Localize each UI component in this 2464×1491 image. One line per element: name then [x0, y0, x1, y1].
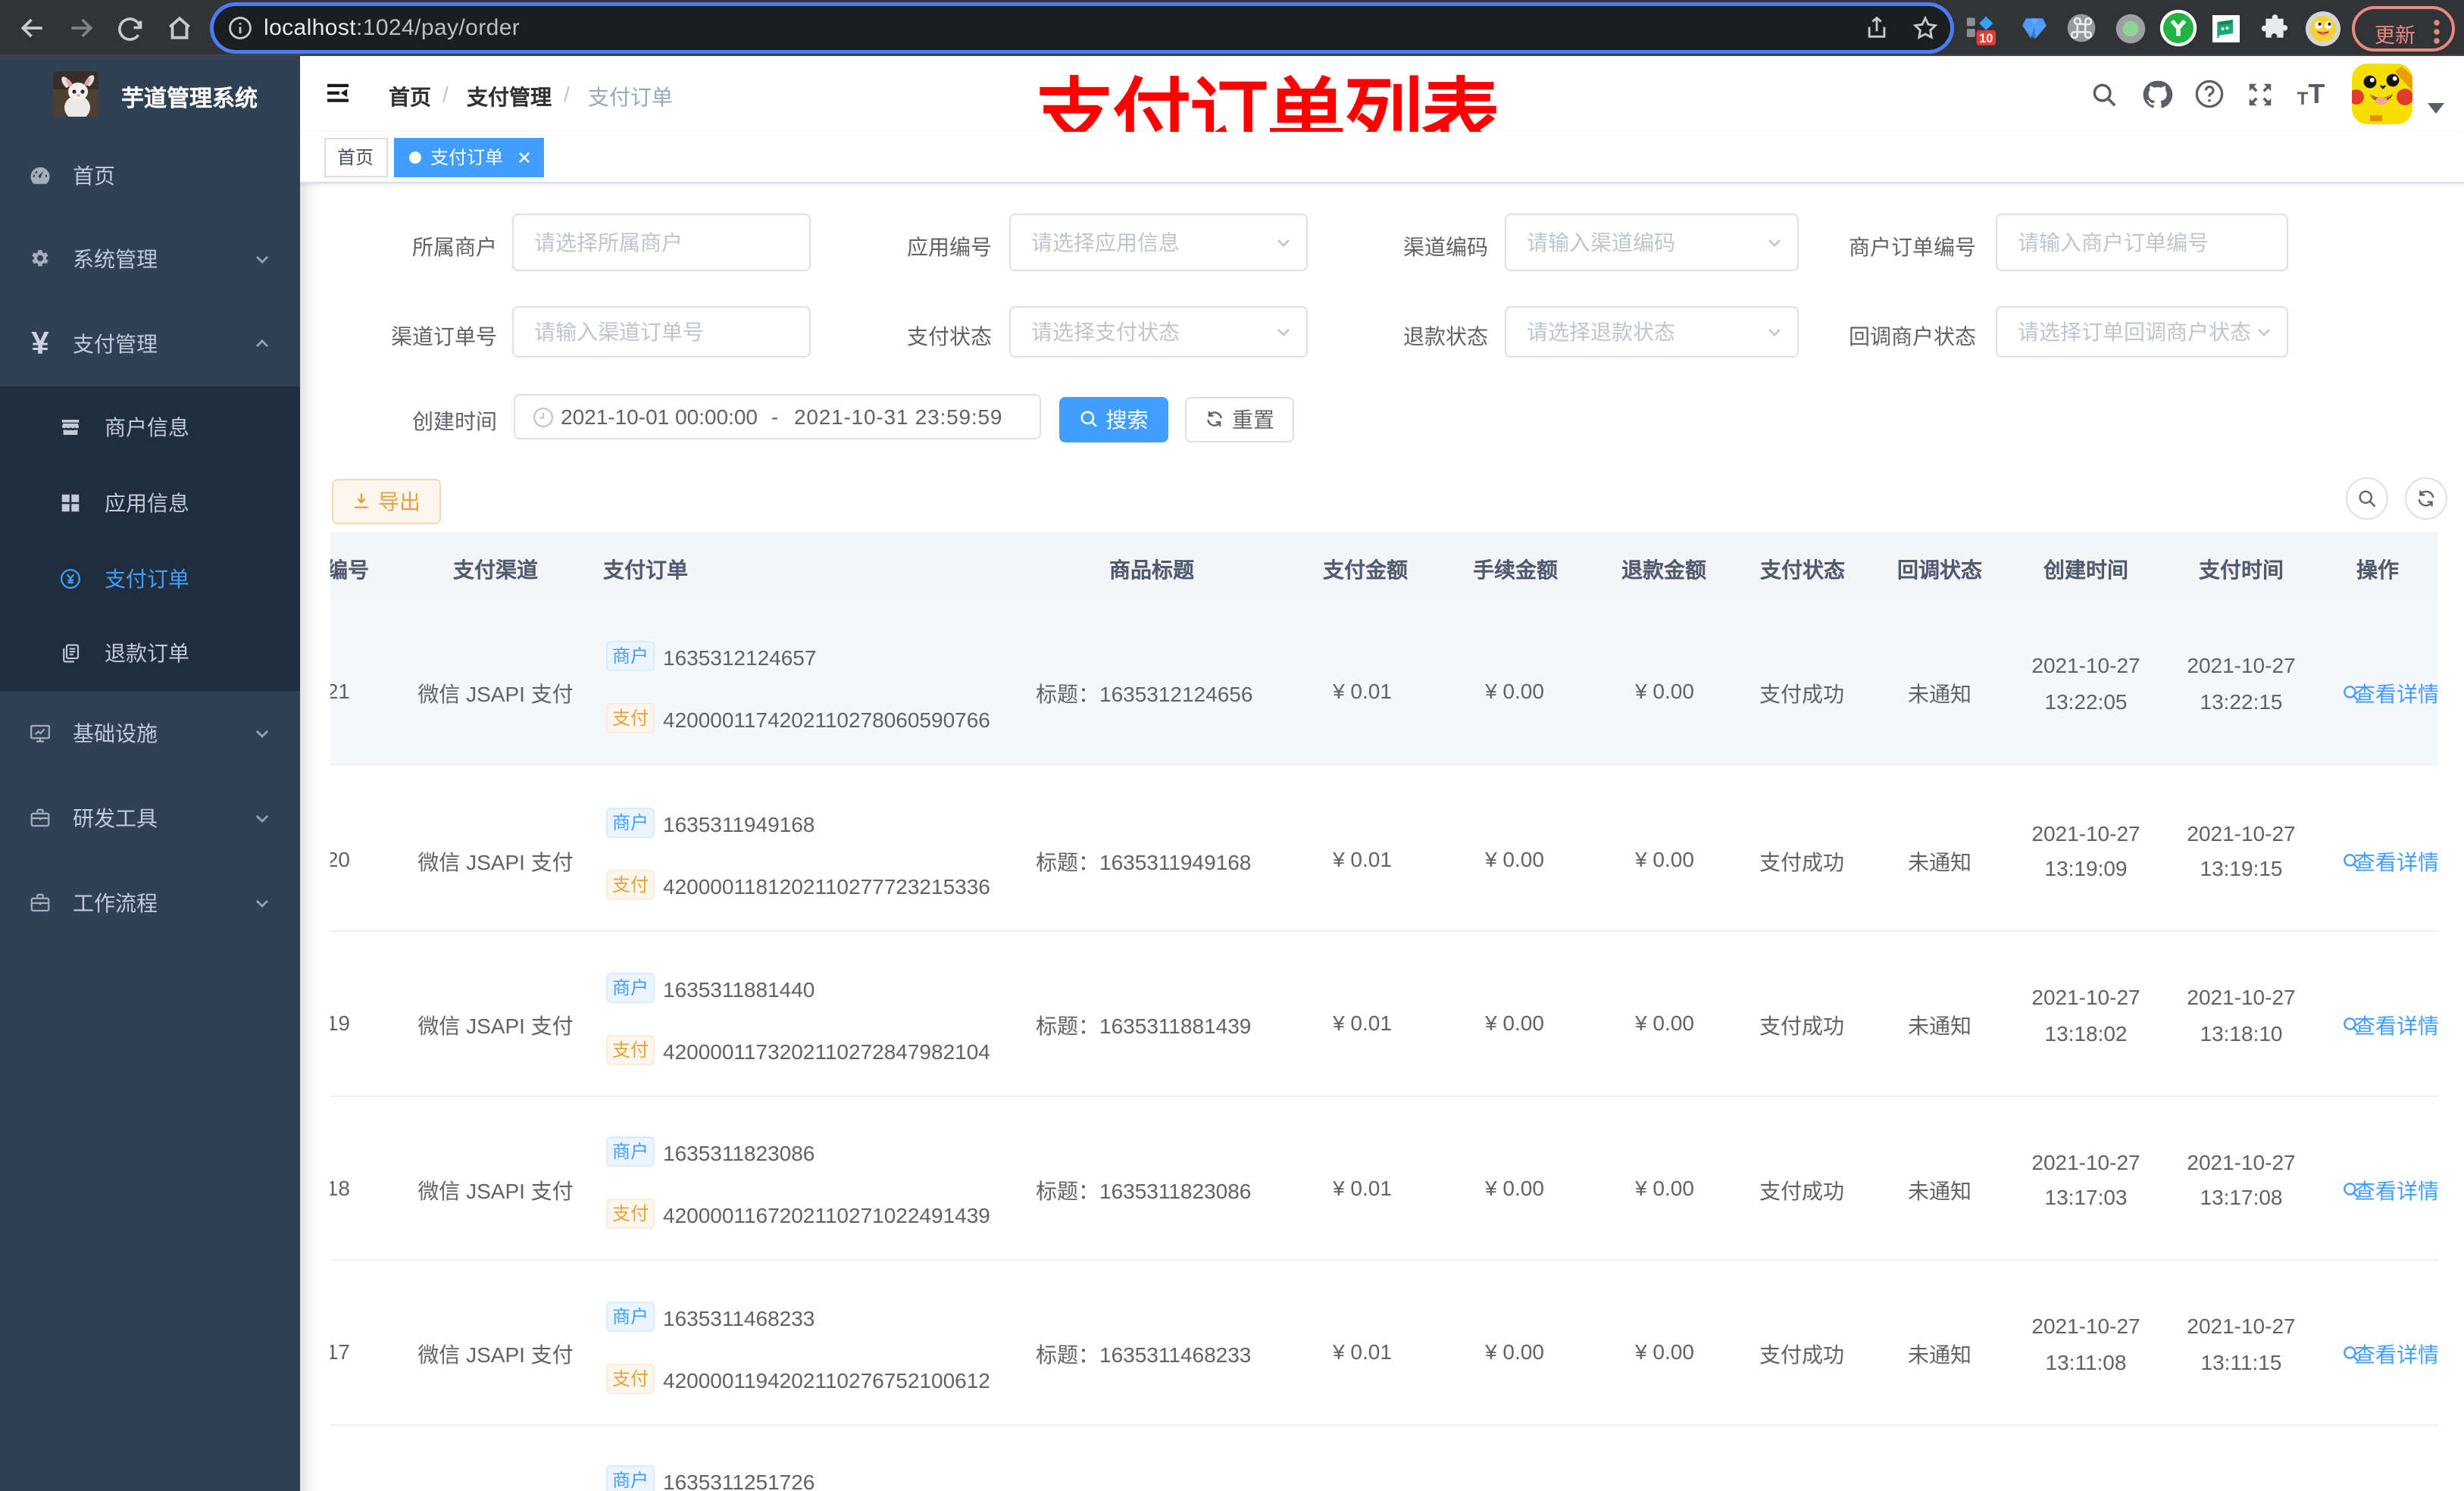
svg-text:10: 10: [1979, 31, 1993, 45]
